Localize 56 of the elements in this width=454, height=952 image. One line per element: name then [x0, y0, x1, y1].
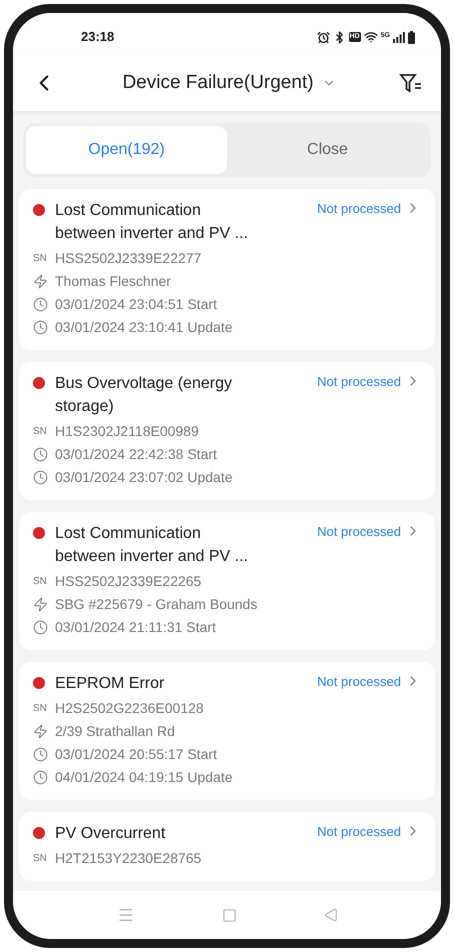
alarm-card[interactable]: Lost Communication between inverter and PV ... Not processed SN HSS2502J2339E22277 Thomas Fleschner 03/01/2024 23:04:51 Start 03/01/2024 23:10:41 Update [19, 189, 435, 350]
clock-icon [33, 447, 48, 462]
clock-icon [33, 620, 48, 635]
back-triangle-icon[interactable] [324, 908, 338, 922]
alarm-card[interactable]: Lost Communication between inverter and PV ... Not processed SN HSS2502J2339E22265 SBG #225679 - Graham Bounds 03/01/2024 21:11:31 Start [19, 512, 435, 650]
alarm-detail: HSS2502J2339E22265 [55, 572, 202, 591]
alarm-detail: Thomas Fleschner [55, 272, 171, 291]
alarm-detail: 03/01/2024 23:07:02 Update [55, 468, 232, 487]
alarm-title: Bus Overvoltage (energy storage) [55, 374, 233, 417]
filter-icon[interactable] [399, 72, 423, 94]
alarm-detail: 04/01/2024 04:19:15 Update [55, 768, 232, 787]
status-time: 23:18 [81, 28, 114, 46]
alarm-title: PV Overcurrent [55, 824, 166, 844]
clock-icon [33, 770, 48, 785]
lightning-icon [33, 724, 48, 739]
alarm-status: Not processed [317, 373, 401, 391]
alarm-detail: SBG #225679 - Graham Bounds [55, 595, 258, 614]
clock-icon [33, 297, 48, 312]
alarm-title: Lost Communication between inverter and PV ... [55, 524, 249, 567]
alarm-detail: 03/01/2024 23:10:41 Update [55, 318, 232, 337]
clock-icon [33, 470, 48, 485]
alarm-detail: H1S2302J2118E00989 [55, 422, 199, 441]
alarm-detail: 2/39 Strathallan Rd [55, 722, 175, 741]
sn-label: SN [33, 852, 48, 866]
home-square-icon[interactable] [222, 908, 236, 922]
alarm-detail: H2T2153Y2230E28765 [55, 849, 202, 868]
alarm-title: Lost Communication between inverter and PV ... [55, 201, 249, 244]
alarm-status: Not processed [317, 673, 401, 691]
alarm-card[interactable]: Bus Overvoltage (energy storage) Not processed SN H1S2302J2118E00989 03/01/2024 22:42:38 Start 03/01/2024 23:07:02 Update [19, 362, 435, 500]
sn-label: SN [33, 425, 48, 439]
lightning-icon [33, 597, 48, 612]
clock-icon [33, 320, 48, 335]
sn-label: SN [33, 252, 48, 266]
alarm-detail: 03/01/2024 22:42:38 Start [55, 445, 217, 464]
alarm-status: Not processed [317, 200, 401, 218]
alarm-detail: 03/01/2024 23:04:51 Start [55, 295, 217, 314]
sn-label: SN [33, 575, 48, 589]
alarm-detail: HSS2502J2339E22277 [55, 249, 202, 268]
alarm-status: Not processed [317, 823, 401, 841]
lightning-icon [33, 274, 48, 289]
battery-icon [408, 30, 415, 44]
alarm-detail: H2S2502G2236E00128 [55, 699, 204, 718]
alarm-icon [316, 30, 330, 44]
clock-icon [33, 747, 48, 762]
alarm-detail: 03/01/2024 21:11:31 Start [55, 618, 216, 637]
status-tab[interactable]: Close [227, 126, 428, 174]
alarm-card[interactable]: PV Overcurrent Not processed SN H2T2153Y2230E28765 [19, 812, 435, 881]
alarm-detail: 03/01/2024 20:55:17 Start [55, 745, 217, 764]
wifi-icon [364, 30, 378, 44]
page-title: Device Failure(Urgent) [122, 70, 314, 95]
sn-label: SN [33, 702, 48, 716]
alarm-card[interactable]: EEPROM Error Not processed SN H2S2502G2236E00128 2/39 Strathallan Rd 03/01/2024 20:55:17 Start 04/01/2024 04:19:15 Update [19, 662, 435, 800]
alarm-title: EEPROM Error [55, 674, 166, 694]
signal-icon [393, 32, 405, 42]
alarm-status: Not processed [317, 523, 401, 541]
status-tab[interactable]: Open(192) [26, 126, 227, 174]
